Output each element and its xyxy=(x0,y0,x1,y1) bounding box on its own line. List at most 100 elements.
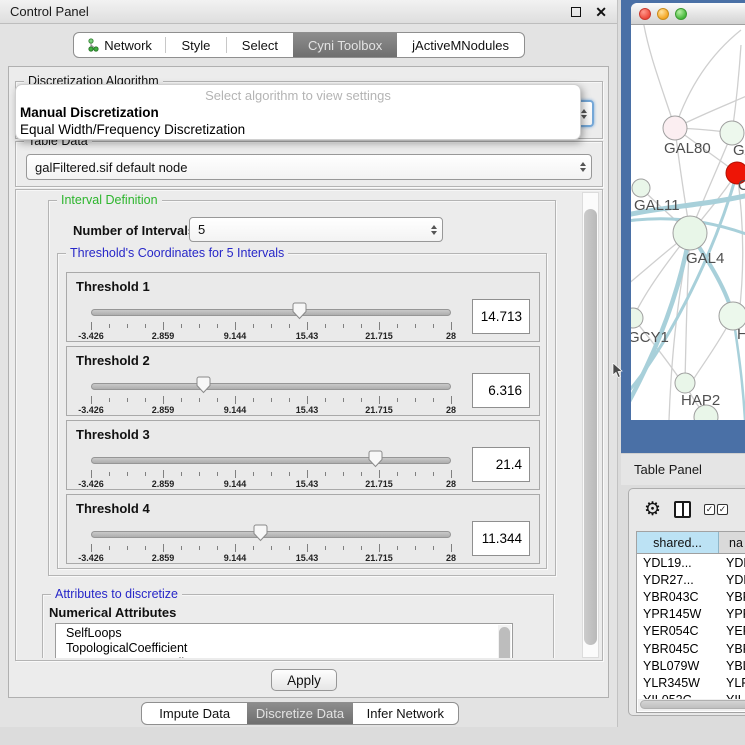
slider-ticks xyxy=(91,322,451,331)
table-row[interactable]: YBL079WYBL0 xyxy=(637,657,745,674)
close-icon[interactable]: ✕ xyxy=(595,5,607,19)
slider-thumb[interactable] xyxy=(196,376,211,394)
threshold-label: Threshold 3 xyxy=(76,427,150,442)
threshold-slider[interactable]: -3.4262.8599.14415.4321.71528 xyxy=(91,309,451,341)
cell-shared-name: YLR345W xyxy=(637,676,719,690)
network-canvas[interactable]: GAL80 GA C GAL11 GAL4 GCY1 H HAP2 xyxy=(631,25,745,420)
tab-style[interactable]: Style xyxy=(166,33,226,57)
threshold-slider[interactable]: -3.4262.8599.14415.4321.71528 xyxy=(91,531,451,563)
tab-label: Network xyxy=(104,38,152,53)
tick-mark xyxy=(415,398,416,402)
cell-name: YER0 xyxy=(719,624,745,638)
numerical-attributes-list[interactable]: SelfLoopsTopologicalCoefficientBetweenne… xyxy=(55,623,513,658)
tab-select[interactable]: Select xyxy=(227,33,293,57)
tab-network[interactable]: Network xyxy=(74,33,165,57)
tab-cyni-toolbox[interactable]: Cyni Toolbox xyxy=(293,33,397,57)
slider-thumb[interactable] xyxy=(253,524,268,542)
threshold-value-field[interactable]: 11.344 xyxy=(472,521,530,556)
number-of-intervals-combobox[interactable]: 5 xyxy=(189,217,443,242)
slider-track[interactable] xyxy=(91,531,451,538)
table-data-combobox[interactable]: galFiltered.sif default node xyxy=(26,154,592,180)
interval-definition-group: Interval Definition Number of Intervals … xyxy=(48,200,556,576)
tab-impute-data[interactable]: Impute Data xyxy=(142,703,247,724)
minimize-traffic-light-icon[interactable] xyxy=(657,8,669,20)
threshold-slider[interactable]: -3.4262.8599.14415.4321.71528 xyxy=(91,383,451,415)
attributes-group-label: Attributes to discretize xyxy=(51,587,182,601)
tick-mark xyxy=(181,546,182,550)
tick-mark xyxy=(433,398,434,402)
column-header-name[interactable]: na xyxy=(719,532,745,553)
tick-mark xyxy=(181,324,182,328)
tick-mark xyxy=(307,322,308,330)
scale-label: 15.43 xyxy=(296,553,319,563)
table-row[interactable]: YBR043CYBR0 xyxy=(637,588,745,605)
slider-scale-labels: -3.4262.8599.14415.4321.71528 xyxy=(91,405,451,416)
table-data-value: galFiltered.sif default node xyxy=(35,160,187,175)
float-window-icon[interactable] xyxy=(571,7,581,17)
combo-stepper-icon[interactable] xyxy=(580,162,591,172)
scale-label: 21.715 xyxy=(365,331,393,341)
cell-shared-name: YPR145W xyxy=(637,607,719,621)
threshold-value-field[interactable]: 14.713 xyxy=(472,299,530,334)
threshold-value-field[interactable]: 21.4 xyxy=(472,447,530,482)
threshold-value-field[interactable]: 6.316 xyxy=(472,373,530,408)
column-header-shared-name[interactable]: shared... xyxy=(637,532,719,553)
attribute-list-item[interactable]: TopologicalCoefficient xyxy=(56,641,512,656)
tick-mark xyxy=(451,544,452,552)
dropdown-option-manual[interactable]: Manual Discretization xyxy=(16,104,580,121)
mouse-cursor xyxy=(612,363,623,379)
zoom-traffic-light-icon[interactable] xyxy=(675,8,687,20)
tab-jactivemnodules[interactable]: jActiveMNodules xyxy=(397,33,524,57)
slider-thumb[interactable] xyxy=(368,450,383,468)
settings-vertical-scrollbar[interactable] xyxy=(582,192,599,658)
combo-stepper-icon[interactable] xyxy=(431,225,442,235)
tick-mark xyxy=(289,324,290,328)
cell-shared-name: YBL079W xyxy=(637,659,719,673)
attribute-list-item[interactable]: BetweennessCentrality xyxy=(56,656,512,658)
scale-label: -3.426 xyxy=(78,405,104,415)
slider-track[interactable] xyxy=(91,457,451,464)
tab-discretize-data[interactable]: Discretize Data xyxy=(247,703,352,724)
slider-track[interactable] xyxy=(91,309,451,316)
slider-thumb[interactable] xyxy=(292,302,307,320)
tab-infer-network[interactable]: Infer Network xyxy=(353,703,458,724)
apply-button[interactable]: Apply xyxy=(271,669,337,691)
attributes-list-scrollbar[interactable] xyxy=(498,625,511,658)
scrollbar-thumb[interactable] xyxy=(640,700,745,709)
tick-mark xyxy=(91,544,92,552)
attributes-group: Attributes to discretize Numerical Attri… xyxy=(42,594,554,658)
attribute-list-item[interactable]: SelfLoops xyxy=(56,626,512,641)
cell-name: YBR0 xyxy=(719,590,745,604)
combo-stepper-icon[interactable] xyxy=(581,109,592,119)
threshold-slider[interactable]: -3.4262.8599.14415.4321.71528 xyxy=(91,457,451,489)
table-row[interactable]: YDR27...YDR2 xyxy=(637,571,745,588)
tick-mark xyxy=(325,324,326,328)
dropdown-option-equal-width[interactable]: Equal Width/Frequency Discretization xyxy=(16,121,580,138)
select-columns-icon[interactable]: ✓ ✓ xyxy=(704,504,728,515)
network-view-frame: GAL80 GA C GAL11 GAL4 GCY1 H HAP2 xyxy=(621,0,745,453)
threshold-panel: Threshold 2 -3.4262.8599.14415.4321.7152… xyxy=(66,346,540,416)
column-layout-icon[interactable] xyxy=(674,501,691,518)
node-gal4 xyxy=(673,216,707,250)
scrollbar-thumb[interactable] xyxy=(499,627,510,658)
table-row[interactable]: YLR345WYLR3 xyxy=(637,674,745,691)
tick-mark xyxy=(235,544,236,552)
slider-scale-labels: -3.4262.8599.14415.4321.71528 xyxy=(91,479,451,490)
table-row[interactable]: YER054CYER0 xyxy=(637,623,745,640)
table-row[interactable]: YDL19...YDL1 xyxy=(637,554,745,571)
tick-mark xyxy=(415,546,416,550)
tick-mark xyxy=(253,472,254,476)
table-horizontal-scrollbar[interactable] xyxy=(638,699,745,711)
gear-icon[interactable]: ⚙ xyxy=(644,500,661,519)
slider-ticks xyxy=(91,544,451,553)
cell-shared-name: YDL19... xyxy=(637,556,719,570)
close-traffic-light-icon[interactable] xyxy=(639,8,651,20)
numerical-attributes-label: Numerical Attributes xyxy=(49,605,176,620)
scale-label: 15.43 xyxy=(296,479,319,489)
slider-scale-labels: -3.4262.8599.14415.4321.71528 xyxy=(91,553,451,564)
slider-track[interactable] xyxy=(91,383,451,390)
table-row[interactable]: YBR045CYBR0 xyxy=(637,640,745,657)
table-row[interactable]: YPR145WYPR1 xyxy=(637,606,745,623)
tick-mark xyxy=(163,470,164,478)
scrollbar-thumb[interactable] xyxy=(584,209,597,645)
